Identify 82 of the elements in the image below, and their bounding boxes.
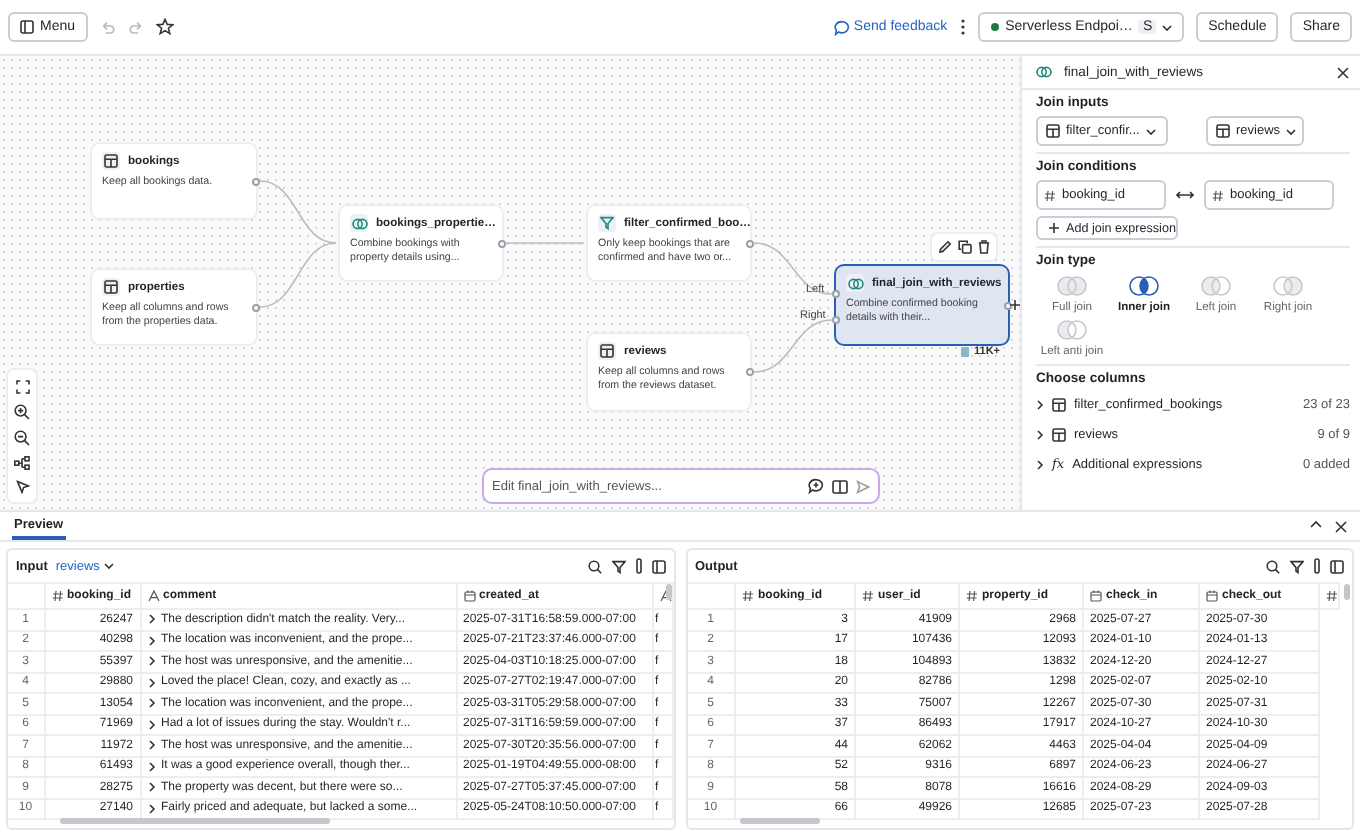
zoom-in-icon[interactable] <box>14 403 30 419</box>
port-handle[interactable] <box>746 368 754 376</box>
join-icon <box>1036 66 1052 78</box>
table-icon <box>1046 124 1060 138</box>
number-type-icon <box>966 590 978 602</box>
join-icon <box>351 217 367 229</box>
number-type-icon <box>51 590 63 602</box>
chevron-down-icon <box>1286 127 1297 135</box>
venn-diagram-icon <box>1128 274 1160 298</box>
connector-line <box>259 242 337 308</box>
number-type-icon <box>1044 189 1056 201</box>
status-dot-icon <box>989 22 1000 32</box>
calendar-icon <box>1090 590 1102 602</box>
speech-bubble-icon <box>833 19 850 35</box>
funnel-icon[interactable] <box>611 559 625 573</box>
venn-diagram-icon <box>1200 274 1232 298</box>
pencil-icon[interactable] <box>938 240 953 254</box>
sidebar-panel-icon[interactable] <box>1330 559 1344 573</box>
port-handle[interactable] <box>498 239 506 247</box>
comment-plus-icon[interactable] <box>808 478 824 494</box>
chevron-up-icon[interactable] <box>1310 519 1322 527</box>
trash-icon[interactable] <box>977 240 990 254</box>
star-icon[interactable] <box>155 18 174 36</box>
chevron-down-icon <box>103 562 114 570</box>
graph-layout-icon[interactable] <box>14 455 30 469</box>
close-icon[interactable] <box>1334 519 1348 533</box>
copy-icon[interactable] <box>957 240 972 254</box>
connector-line <box>753 319 833 373</box>
columns-icon[interactable] <box>832 479 848 493</box>
table-icon <box>104 280 118 294</box>
kebab-menu-icon[interactable] <box>959 18 966 36</box>
horizontal-scrollbar[interactable] <box>60 818 330 824</box>
calendar-icon <box>463 590 475 602</box>
port-handle[interactable] <box>832 290 840 298</box>
venn-diagram-icon <box>1056 274 1088 298</box>
port-handle[interactable] <box>1004 301 1012 309</box>
pointer-icon[interactable] <box>15 479 29 493</box>
table-icon <box>1052 397 1066 411</box>
chevron-right-icon <box>1036 459 1044 469</box>
connector-line <box>259 180 337 244</box>
plus-icon <box>1048 222 1060 234</box>
connector-line <box>505 242 585 244</box>
table-icon <box>1052 427 1066 441</box>
number-type-icon <box>862 590 874 602</box>
number-type-icon <box>742 590 754 602</box>
chevron-right-icon <box>1036 399 1044 409</box>
search-icon[interactable] <box>1266 559 1280 573</box>
send-icon[interactable] <box>856 479 870 493</box>
chevron-down-icon <box>1145 127 1156 135</box>
text-type-icon <box>659 590 670 602</box>
table-icon <box>600 344 614 358</box>
sidebar-panel-icon[interactable] <box>651 559 665 573</box>
connector-line <box>753 242 833 295</box>
venn-diagram-icon <box>1056 318 1088 342</box>
zoom-out-icon[interactable] <box>14 429 30 445</box>
text-type-icon <box>147 590 159 602</box>
join-icon <box>847 277 863 289</box>
port-handle[interactable] <box>252 303 260 311</box>
search-icon[interactable] <box>587 559 601 573</box>
plus-icon <box>1010 300 1020 310</box>
chevron-down-icon <box>1162 23 1173 31</box>
swap-arrows-icon <box>1176 190 1194 200</box>
database-icon <box>960 346 970 358</box>
venn-diagram-icon <box>1272 274 1304 298</box>
horizontal-scrollbar[interactable] <box>739 818 819 824</box>
number-type-icon <box>1326 590 1337 602</box>
funnel-icon[interactable] <box>1290 559 1304 573</box>
calendar-icon <box>1206 590 1218 602</box>
chevron-right-icon <box>1036 429 1044 439</box>
table-icon <box>104 154 118 168</box>
funnel-icon <box>600 216 614 230</box>
number-type-icon <box>1212 189 1224 201</box>
close-icon[interactable] <box>1336 65 1350 79</box>
port-handle[interactable] <box>746 239 754 247</box>
fit-view-icon[interactable] <box>15 379 29 393</box>
port-handle[interactable] <box>832 316 840 324</box>
port-handle[interactable] <box>252 177 260 185</box>
pin-icon[interactable] <box>1314 558 1320 574</box>
pin-icon[interactable] <box>635 558 641 574</box>
sidebar-panel-icon <box>20 20 34 34</box>
table-icon <box>1216 124 1230 138</box>
vertical-scrollbar[interactable] <box>665 584 671 600</box>
